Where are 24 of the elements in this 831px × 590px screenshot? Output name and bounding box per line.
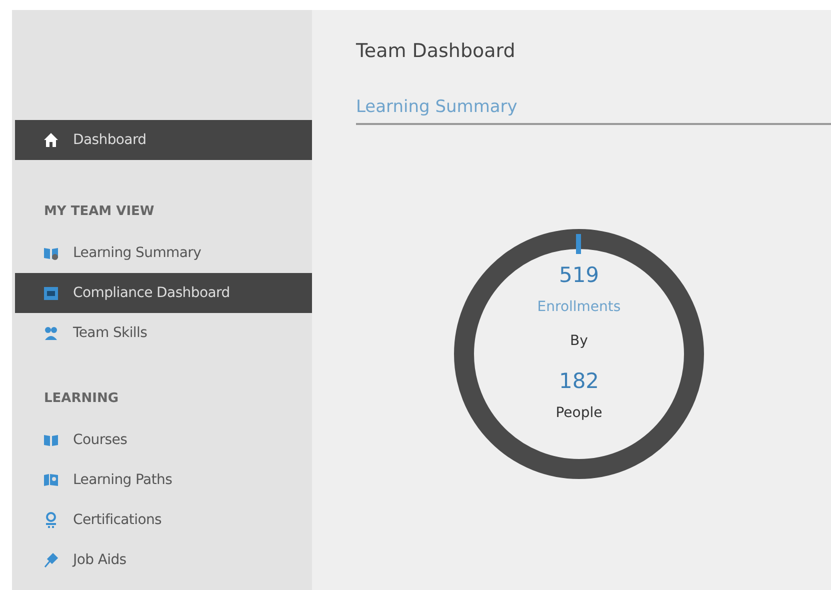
people-label: People bbox=[556, 405, 602, 423]
section-title: Learning Summary bbox=[356, 97, 831, 125]
count-label: Enrollments bbox=[537, 299, 621, 317]
nav-item[interactable]: Team Skills bbox=[15, 313, 312, 353]
count-value: 519 bbox=[558, 263, 600, 289]
section-heading: MY TEAM VIEW bbox=[43, 203, 156, 221]
book-icon bbox=[43, 432, 59, 448]
house-icon bbox=[43, 132, 59, 148]
nav-item[interactable]: Learning Summary bbox=[15, 233, 312, 273]
ribbon-icon bbox=[43, 512, 59, 528]
people-icon bbox=[43, 325, 59, 341]
book-icon bbox=[43, 245, 59, 261]
nav-item[interactable]: Certifications bbox=[15, 500, 312, 540]
section-heading: LEARNING bbox=[43, 390, 120, 408]
nav-item[interactable]: Job Aids bbox=[15, 540, 312, 580]
nav-item[interactable]: Courses bbox=[15, 420, 312, 460]
nav-item[interactable]: Learning Paths bbox=[15, 460, 312, 500]
by-label: By bbox=[570, 333, 588, 351]
nav-item[interactable]: Compliance Dashboard bbox=[15, 273, 312, 313]
count-value: 182 bbox=[558, 369, 600, 395]
nav-item[interactable]: Dashboard bbox=[15, 120, 312, 160]
page-title: Team Dashboard bbox=[356, 40, 516, 64]
pin-icon bbox=[43, 552, 59, 568]
map-icon bbox=[43, 472, 59, 488]
